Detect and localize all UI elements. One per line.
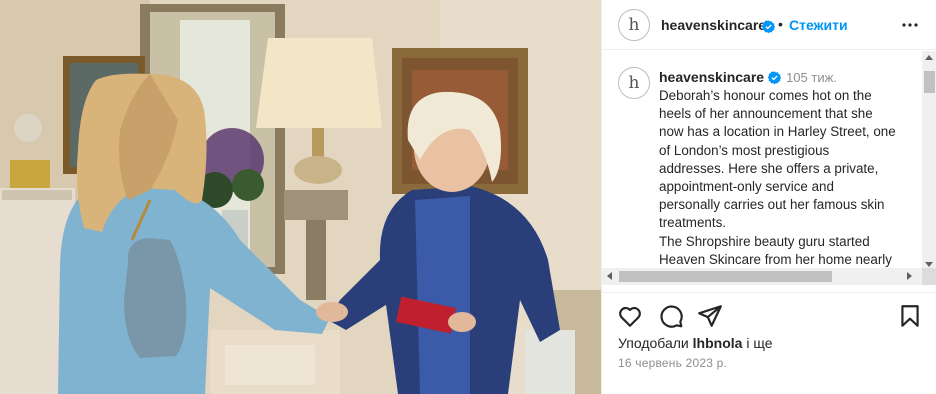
caption-line: Deborah’s honour comes hot on the [659,88,872,103]
post-header: h heavenskincare • Стежити [602,0,936,50]
scroll-up-arrow-icon[interactable] [925,55,933,60]
heart-icon[interactable] [617,303,643,329]
caption-line: addresses. Here she offers a private, [659,160,879,176]
bookmark-icon[interactable] [897,303,923,329]
caption-text: Deborah’s honour comes hot on the heels … [659,87,921,267]
horizontal-scroll-thumb[interactable] [619,271,832,282]
caption-verified-badge-icon [768,69,782,85]
horizontal-scrollbar[interactable] [602,268,922,285]
scrollbar-corner [922,268,936,285]
caption-line: appointment-only service and [659,179,834,195]
likes-prefix: Уподобали [618,335,689,351]
caption-line: The Shropshire beauty guru started [659,233,870,249]
follow-button[interactable]: Стежити [789,17,848,33]
avatar-letter: h [628,14,640,35]
comment-icon[interactable] [658,303,684,329]
caption-avatar-letter: h [628,72,640,93]
caption-header: heavenskincare 105 тиж. [659,69,837,85]
caption-author-avatar[interactable]: h [618,67,650,99]
action-bar [602,292,936,336]
scroll-left-arrow-icon[interactable] [607,272,612,280]
author-avatar[interactable]: h [618,9,650,41]
caption-line: personally carries out her famous skin [659,197,885,213]
post-photo[interactable] [0,0,601,394]
header-separator: • [778,16,783,32]
share-icon[interactable] [697,303,723,329]
author-username[interactable]: heavenskincare [661,17,766,33]
verified-badge-icon [762,18,775,36]
likes-suffix[interactable]: і ще [746,335,772,351]
caption-author-username[interactable]: heavenskincare [659,69,764,85]
vertical-scrollbar[interactable] [922,51,936,271]
post-photo-illustration [0,0,601,394]
caption-line: of London’s most prestigious [659,142,830,158]
more-options-icon[interactable] [898,13,922,37]
caption-line: Heaven Skincare from her home nearly [659,251,892,267]
caption-timestamp: 105 тиж. [786,70,837,85]
scroll-down-arrow-icon[interactable] [925,262,933,267]
caption-line: now has a location in Harley Street, one [659,124,896,140]
likes-summary[interactable]: Уподобали lhbnola і ще [618,335,772,351]
post-panel: h heavenskincare • Стежити h heavenskinc… [601,0,936,394]
likes-user-link[interactable]: lhbnola [693,335,743,351]
caption-area[interactable]: h heavenskincare 105 тиж. Deborah’s hono… [602,51,922,267]
scroll-right-arrow-icon[interactable] [907,272,912,280]
caption-line: treatments. [659,215,726,231]
vertical-scroll-thumb[interactable] [924,71,935,93]
post-date: 16 червень 2023 р. [618,356,728,370]
caption-line: heels of her announcement that she [659,106,873,122]
